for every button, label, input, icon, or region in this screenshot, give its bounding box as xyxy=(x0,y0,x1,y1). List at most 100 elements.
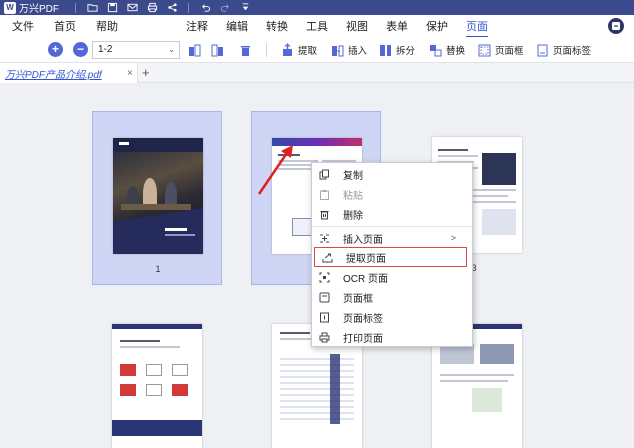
feature-image xyxy=(120,364,136,376)
menu-convert[interactable]: 转换 xyxy=(266,18,288,34)
menu-form[interactable]: 表单 xyxy=(386,18,408,34)
redo-icon[interactable] xyxy=(215,0,235,15)
document-tab-bar: 万兴PDF产品介绍.pdf × + xyxy=(0,63,634,83)
page-box-button[interactable]: 页面框 xyxy=(477,40,524,60)
table-column-highlight xyxy=(330,354,340,424)
zoom-in-button[interactable]: + xyxy=(48,42,63,57)
page-image xyxy=(440,344,474,364)
rotate-left-button[interactable] xyxy=(187,40,202,60)
chevron-down-icon: ⌄ xyxy=(168,45,175,54)
app-name: 万兴PDF xyxy=(19,4,59,15)
extract-button[interactable]: 提取 xyxy=(280,40,317,60)
page-range-select[interactable]: 1-2 ⌄ xyxy=(92,41,180,59)
red-arrow-annotation xyxy=(257,145,293,195)
menu-annotate[interactable]: 注释 xyxy=(186,18,208,34)
share-icon[interactable] xyxy=(162,0,182,15)
feature-image xyxy=(120,384,136,396)
page-thumbnail[interactable] xyxy=(112,324,202,448)
rotate-left-icon xyxy=(189,44,201,56)
context-menu-label: 提取页面 xyxy=(346,253,386,265)
menu-page[interactable]: 页面 xyxy=(466,18,488,38)
page-chart xyxy=(482,209,516,235)
context-menu-paste[interactable]: 粘贴 xyxy=(312,184,472,204)
page-label-icon xyxy=(537,44,548,56)
text-line xyxy=(120,346,180,348)
context-menu-page-label[interactable]: 页面标签 xyxy=(312,307,472,327)
text-line xyxy=(280,332,310,334)
comparison-table xyxy=(280,354,354,424)
menu-divider xyxy=(312,226,472,227)
document-tab[interactable]: 万兴PDF产品介绍.pdf × xyxy=(0,63,138,83)
split-button[interactable]: 拆分 xyxy=(378,40,415,60)
delete-page-button[interactable] xyxy=(238,40,253,60)
menu-file[interactable]: 文件 xyxy=(12,18,34,34)
insert-icon xyxy=(332,45,344,56)
print-icon[interactable] xyxy=(142,0,162,15)
context-menu-insert-page[interactable]: 插入页面 > xyxy=(312,228,472,248)
ocr-icon xyxy=(319,272,330,282)
context-menu-copy[interactable]: 复制 xyxy=(312,164,472,184)
trash-icon xyxy=(241,45,250,56)
minus-icon: − xyxy=(76,42,84,56)
menu-bar: 文件 首页 帮助 注释 编辑 转换 工具 视图 表单 保护 页面 xyxy=(0,15,634,38)
context-menu-label: 复制 xyxy=(343,170,363,182)
replace-button[interactable]: 替换 xyxy=(428,40,465,60)
page-thumbnail-cover[interactable] xyxy=(113,138,203,254)
context-menu-page-box[interactable]: 页面框 xyxy=(312,287,472,307)
user-icon xyxy=(612,22,620,30)
page-thumbnail-slot[interactable]: 1 xyxy=(92,111,222,285)
page-box-label: 页面框 xyxy=(495,46,524,57)
page-footer-band xyxy=(112,420,202,436)
document-tab-title: 万兴PDF产品介绍.pdf xyxy=(5,69,102,81)
replace-label: 替换 xyxy=(446,46,466,57)
menu-protect[interactable]: 保护 xyxy=(426,18,448,34)
print-icon xyxy=(319,332,330,342)
context-menu-extract-page[interactable]: 提取页面 xyxy=(314,247,467,267)
insert-page-icon xyxy=(320,234,329,242)
context-menu-label: 页面标签 xyxy=(343,313,383,325)
copy-icon xyxy=(319,169,329,179)
close-icon[interactable]: × xyxy=(127,68,133,79)
page-label-button[interactable]: 页面标签 xyxy=(535,40,591,60)
page-image xyxy=(480,344,514,364)
page-box-icon xyxy=(319,292,330,302)
mail-icon[interactable] xyxy=(122,0,142,15)
page-toolbar: + − 1-2 ⌄ 提取 插入 拆分 替换 页面框 页面标签 xyxy=(0,37,634,63)
extract-icon xyxy=(283,42,292,56)
page-label-icon xyxy=(320,312,329,322)
menu-view[interactable]: 视图 xyxy=(346,18,368,34)
cover-table xyxy=(121,204,191,210)
insert-button[interactable]: 插入 xyxy=(330,40,367,60)
dropdown-icon[interactable] xyxy=(235,0,255,15)
divider xyxy=(75,2,76,13)
extract-label: 提取 xyxy=(298,46,318,57)
divider xyxy=(188,2,189,13)
folder-icon[interactable] xyxy=(82,0,102,15)
menu-home[interactable]: 首页 xyxy=(54,18,76,34)
new-tab-button[interactable]: + xyxy=(142,65,150,80)
menu-help[interactable]: 帮助 xyxy=(96,18,118,34)
context-menu-delete[interactable]: 删除 xyxy=(312,204,472,224)
feature-image xyxy=(172,364,188,376)
rotate-right-button[interactable] xyxy=(210,40,225,60)
user-avatar[interactable] xyxy=(608,18,624,34)
context-menu-print-page[interactable]: 打印页面 xyxy=(312,327,472,347)
zoom-out-button[interactable]: − xyxy=(73,42,88,57)
submenu-arrow-icon: > xyxy=(450,233,456,243)
logo-mark xyxy=(119,142,129,145)
text-line xyxy=(440,380,508,382)
menu-edit[interactable]: 编辑 xyxy=(226,18,248,34)
undo-icon[interactable] xyxy=(195,0,215,15)
context-menu-ocr-page[interactable]: OCR 页面 xyxy=(312,267,472,287)
trash-icon xyxy=(320,210,329,219)
insert-label: 插入 xyxy=(348,46,368,57)
divider xyxy=(266,43,267,57)
feature-image xyxy=(146,384,162,396)
split-icon xyxy=(380,44,391,56)
menu-tools[interactable]: 工具 xyxy=(306,18,328,34)
save-icon[interactable] xyxy=(102,0,122,15)
page-header-band xyxy=(112,324,202,329)
cover-tagline xyxy=(165,234,195,236)
page-box-icon xyxy=(478,44,491,56)
app-logo: W xyxy=(4,1,16,14)
